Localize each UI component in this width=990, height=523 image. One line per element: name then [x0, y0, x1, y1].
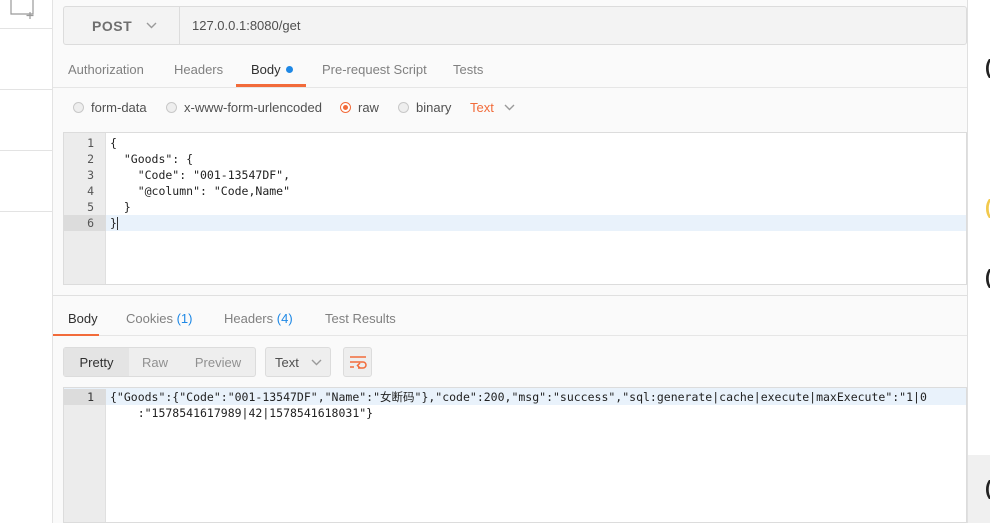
radio-raw[interactable]: raw — [340, 100, 379, 115]
method-dropdown[interactable]: POST — [64, 7, 180, 44]
response-format-dropdown[interactable]: Text — [265, 347, 331, 377]
panel-glyph: ( — [985, 58, 990, 78]
line-number: 2 — [87, 152, 94, 166]
raw-format-label: Text — [470, 100, 494, 115]
line-number: 5 — [87, 200, 94, 214]
radio-form-data[interactable]: form-data — [73, 100, 147, 115]
chevron-down-icon — [311, 359, 322, 365]
code-text: "@column": "Code,Name" — [110, 184, 291, 198]
sidebar-divider — [0, 211, 53, 212]
resp-tab-cookies[interactable]: Cookies (1) — [126, 311, 192, 326]
active-tab-indicator — [236, 84, 306, 87]
url-bar: POST 127.0.0.1:8080/get — [63, 6, 967, 45]
panel-glyph: ( — [985, 198, 990, 218]
code-text: { — [110, 136, 117, 150]
code-line: 4 "@column": "Code,Name" — [64, 183, 966, 199]
response-text: {"Goods":{"Code":"001-13547DF","Name":"女… — [110, 390, 927, 404]
code-line: 1{ — [64, 135, 966, 151]
view-pretty-button[interactable]: Pretty — [64, 348, 129, 376]
tab-authorization[interactable]: Authorization — [68, 62, 144, 77]
request-response-divider[interactable] — [53, 295, 967, 296]
tab-body-label: Body — [251, 62, 281, 77]
line-number: 1 — [87, 136, 94, 150]
panel-glyph: ( — [985, 268, 990, 288]
line-number: 1 — [64, 389, 106, 405]
line-number: 4 — [87, 184, 94, 198]
radio-binary[interactable]: binary — [398, 100, 451, 115]
raw-format-dropdown[interactable]: Text — [470, 100, 515, 115]
headers-label: Headers — [224, 311, 274, 326]
radio-label: x-www-form-urlencoded — [184, 100, 322, 115]
code-text: } — [110, 216, 117, 230]
line-number-gutter — [64, 388, 106, 522]
sidebar-divider — [0, 150, 53, 151]
response-tabs: Body Cookies (1) Headers (4) Test Result… — [53, 300, 967, 336]
code-text-wrap: } — [110, 215, 118, 231]
tab-pre-request-script[interactable]: Pre-request Script — [322, 62, 427, 77]
tab-headers[interactable]: Headers — [174, 62, 223, 77]
url-input[interactable]: 127.0.0.1:8080/get — [192, 18, 300, 33]
line-number: 6 — [64, 215, 106, 231]
code-text: "Code": "001-13547DF", — [110, 168, 291, 182]
code-line: 5 } — [64, 199, 966, 215]
response-text-wrapped: :"1578541617989|42|1578541618031"} — [110, 406, 374, 420]
radio-label: form-data — [91, 100, 147, 115]
modified-dot-icon — [285, 66, 293, 74]
cookies-label: Cookies — [126, 311, 173, 326]
radio-selected-icon — [340, 102, 351, 113]
tab-tests[interactable]: Tests — [453, 62, 483, 77]
code-line: 3 "Code": "001-13547DF", — [64, 167, 966, 183]
new-folder-icon[interactable] — [10, 0, 38, 20]
radio-circle-icon — [398, 102, 409, 113]
panel-footer: ( — [968, 455, 990, 523]
view-mode-group: Pretty Raw Preview — [63, 347, 256, 377]
radio-circle-icon — [73, 102, 84, 113]
collections-sidebar — [0, 0, 53, 523]
request-builder: POST 127.0.0.1:8080/get Authorization He… — [53, 0, 967, 523]
cookies-count: (1) — [176, 311, 193, 326]
text-cursor — [116, 217, 118, 230]
response-body-viewer[interactable]: 1 {"Goods":{"Code":"001-13547DF","Name":… — [63, 387, 967, 523]
view-raw-button[interactable]: Raw — [129, 348, 181, 376]
panel-glyph: ( — [985, 479, 990, 499]
request-tabs: Authorization Headers Body Pre-request S… — [53, 52, 967, 88]
line-number: 3 — [87, 168, 94, 182]
tab-body[interactable]: Body — [251, 62, 293, 77]
radio-circle-icon — [166, 102, 177, 113]
radio-x-www-form-urlencoded[interactable]: x-www-form-urlencoded — [166, 100, 322, 115]
sidebar-divider — [0, 28, 53, 29]
resp-tab-test-results[interactable]: Test Results — [325, 311, 396, 326]
code-line: 2 "Goods": { — [64, 151, 966, 167]
response-format-label: Text — [275, 354, 299, 370]
wrap-lines-button[interactable] — [343, 347, 372, 377]
request-body-editor[interactable]: 1{ 2 "Goods": { 3 "Code": "001-13547DF",… — [63, 132, 967, 285]
resp-tab-body[interactable]: Body — [68, 311, 98, 326]
code-text: } — [110, 200, 131, 214]
chevron-down-icon — [146, 22, 157, 29]
chevron-down-icon — [504, 104, 515, 111]
sidebar-divider — [0, 89, 53, 90]
active-tab-indicator — [53, 334, 99, 336]
code-line-current: 6} — [64, 215, 966, 231]
headers-count: (4) — [276, 311, 293, 326]
resp-tab-headers[interactable]: Headers (4) — [224, 311, 293, 326]
body-type-options: form-data x-www-form-urlencoded raw bina… — [53, 96, 967, 120]
radio-label: binary — [416, 100, 452, 115]
radio-label: raw — [358, 100, 379, 115]
method-label: POST — [92, 17, 133, 34]
code-text: "Goods": { — [110, 152, 194, 166]
wrap-lines-icon — [349, 356, 367, 369]
view-preview-button[interactable]: Preview — [181, 348, 255, 376]
right-side-panel: ( ( ( ( — [967, 0, 990, 523]
